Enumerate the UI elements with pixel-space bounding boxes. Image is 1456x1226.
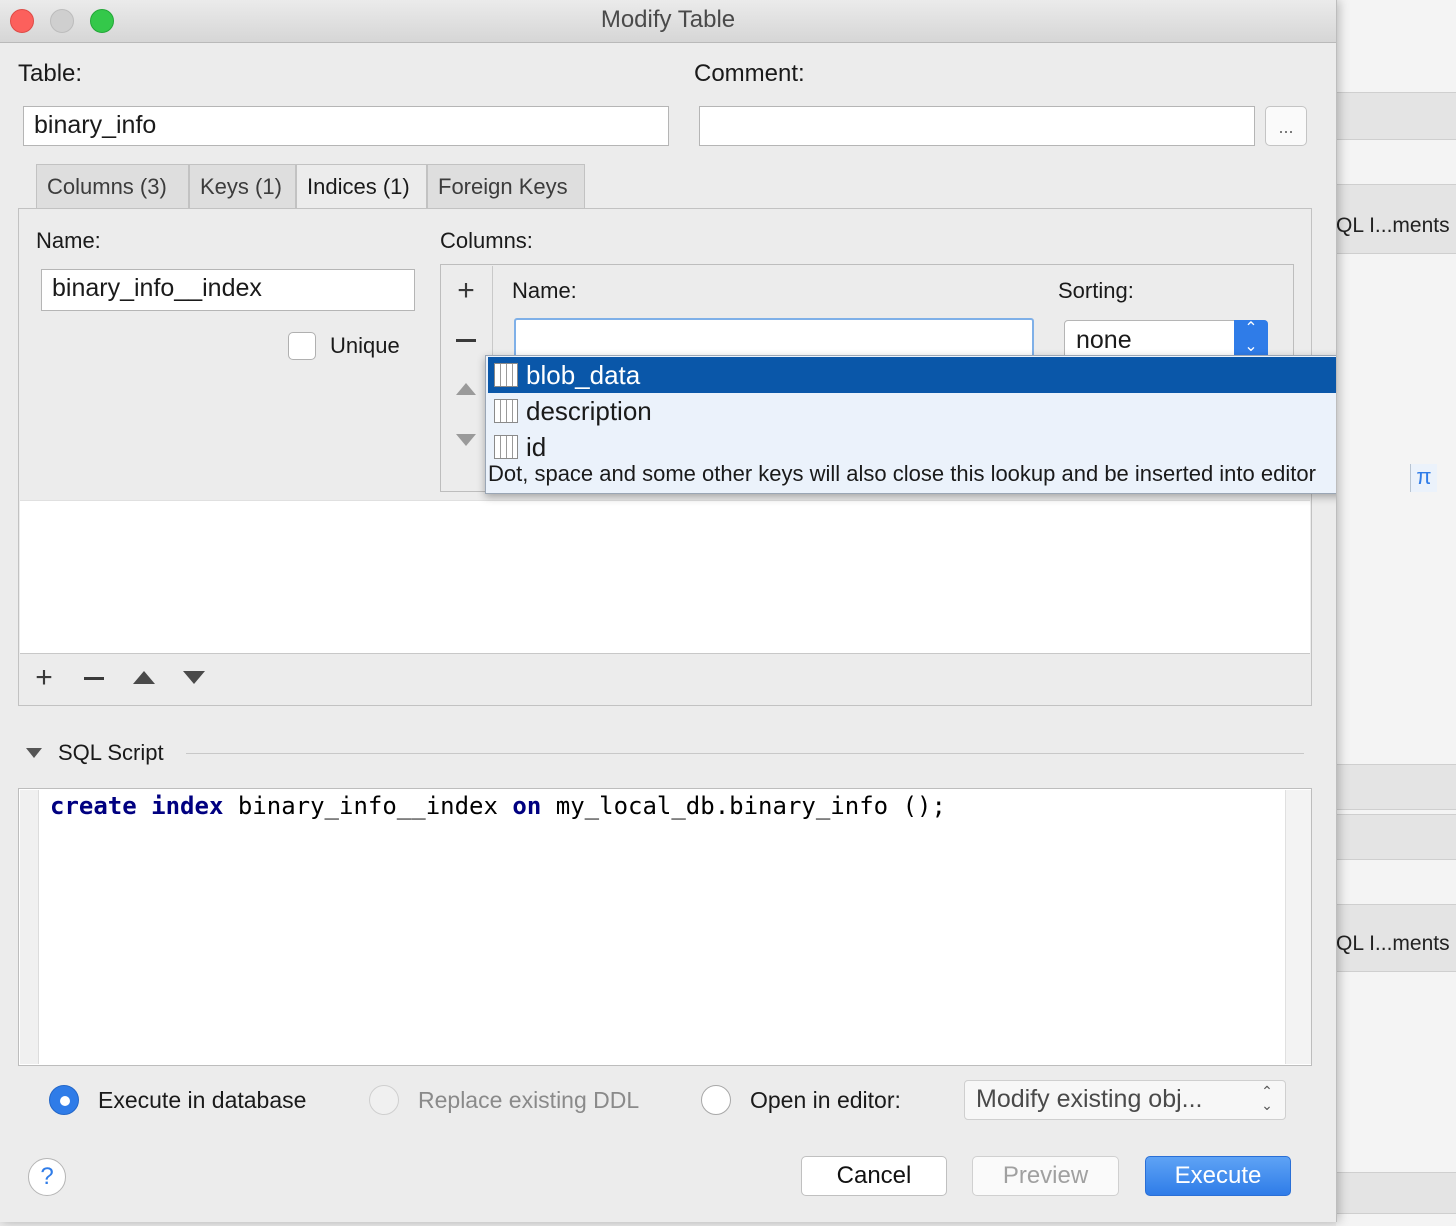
open-in-editor-label: Open in editor: bbox=[750, 1087, 901, 1113]
index-name-label: Name: bbox=[36, 228, 101, 253]
lookup-item-description[interactable]: description bbox=[488, 393, 1336, 429]
help-button[interactable]: ? bbox=[28, 1158, 66, 1196]
title-bar: Modify Table bbox=[0, 0, 1336, 43]
preview-button[interactable]: Preview bbox=[972, 1156, 1119, 1196]
execute-in-database-label: Execute in database bbox=[98, 1087, 307, 1113]
completion-lookup[interactable]: blob_data description id Dot, space and … bbox=[485, 355, 1336, 494]
sql-editor-gutter bbox=[20, 790, 39, 1064]
tab-indices[interactable]: Indices (1) bbox=[296, 164, 427, 210]
table-label: Table: bbox=[18, 60, 83, 87]
move-index-up-icon[interactable] bbox=[133, 671, 155, 684]
execute-in-database-radio[interactable] bbox=[49, 1085, 79, 1115]
sql-editor-scrollbar[interactable] bbox=[1285, 790, 1311, 1064]
sql-identifier: binary_info__index bbox=[237, 792, 498, 820]
replace-existing-ddl-label: Replace existing DDL bbox=[418, 1087, 640, 1113]
select-stepper-icon: ⌃ ⌄ bbox=[1261, 1083, 1273, 1113]
pi-icon[interactable]: π bbox=[1410, 464, 1437, 492]
remove-index-icon[interactable] bbox=[84, 677, 104, 680]
editor-mode-value: Modify existing obj... bbox=[976, 1085, 1203, 1113]
open-in-editor-radio[interactable] bbox=[701, 1085, 731, 1115]
column-icon bbox=[494, 363, 518, 387]
tab-foreign-keys[interactable]: Foreign Keys bbox=[427, 164, 585, 208]
sql-code-line: create index binary_info__index on my_lo… bbox=[50, 790, 946, 822]
move-down-icon[interactable] bbox=[456, 434, 476, 446]
lookup-hint: Dot, space and some other keys will also… bbox=[488, 461, 1316, 486]
separator bbox=[186, 753, 1304, 754]
unique-checkbox[interactable] bbox=[288, 332, 316, 360]
lookup-item-label: blob_data bbox=[526, 360, 641, 390]
sql-punctuation: (); bbox=[902, 792, 946, 820]
background-item-label: QL I...ments bbox=[1336, 932, 1450, 955]
execute-button[interactable]: Execute bbox=[1145, 1156, 1291, 1196]
move-up-icon[interactable] bbox=[456, 383, 476, 395]
unique-label: Unique bbox=[330, 333, 400, 358]
add-column-icon[interactable]: + bbox=[451, 276, 481, 306]
modify-table-dialog: Modify Table Table: binary_info Comment:… bbox=[0, 0, 1337, 1222]
comment-input[interactable] bbox=[699, 106, 1255, 146]
sql-keyword: index bbox=[151, 792, 224, 820]
background-row bbox=[1336, 92, 1456, 140]
remove-column-icon[interactable] bbox=[456, 339, 476, 342]
cancel-button[interactable]: Cancel bbox=[801, 1156, 947, 1196]
column-name-header: Name: bbox=[512, 278, 577, 303]
lookup-item-label: id bbox=[526, 432, 547, 462]
background-row bbox=[1336, 814, 1456, 860]
indices-list[interactable] bbox=[20, 500, 1310, 654]
lookup-item-label: description bbox=[526, 396, 652, 426]
sql-editor[interactable] bbox=[18, 788, 1312, 1066]
add-index-icon[interactable]: + bbox=[29, 663, 59, 693]
collapse-triangle-icon[interactable] bbox=[26, 748, 42, 758]
column-icon bbox=[494, 435, 518, 459]
replace-existing-ddl-radio bbox=[369, 1085, 399, 1115]
sql-keyword: create bbox=[50, 792, 137, 820]
comment-more-button[interactable]: ... bbox=[1265, 106, 1307, 146]
background-row bbox=[1336, 1172, 1456, 1214]
select-stepper-icon: ⌃ ⌄ bbox=[1234, 320, 1268, 360]
comment-label: Comment: bbox=[694, 60, 805, 87]
table-name-input[interactable]: binary_info bbox=[23, 106, 669, 146]
sorting-header: Sorting: bbox=[1058, 278, 1134, 303]
background-row bbox=[1336, 764, 1456, 810]
sql-keyword: on bbox=[512, 792, 542, 820]
sql-identifier: my_local_db.binary_info bbox=[555, 792, 889, 820]
sql-script-header[interactable]: SQL Script bbox=[58, 740, 164, 766]
background-item-label: QL I...ments bbox=[1336, 214, 1450, 237]
sorting-value: none bbox=[1076, 326, 1132, 354]
tab-keys[interactable]: Keys (1) bbox=[189, 164, 296, 208]
index-name-input[interactable]: binary_info__index bbox=[41, 269, 415, 311]
move-index-down-icon[interactable] bbox=[183, 671, 205, 684]
window-title: Modify Table bbox=[600, 6, 736, 33]
lookup-item-id[interactable]: id bbox=[488, 429, 1336, 465]
column-icon bbox=[494, 399, 518, 423]
columns-label: Columns: bbox=[440, 228, 533, 253]
column-name-input[interactable] bbox=[514, 318, 1034, 358]
tab-columns[interactable]: Columns (3) bbox=[36, 164, 189, 208]
background-window: QL I...ments QL I...ments bbox=[1336, 0, 1456, 1226]
lookup-item-blob-data[interactable]: blob_data bbox=[488, 357, 1336, 393]
